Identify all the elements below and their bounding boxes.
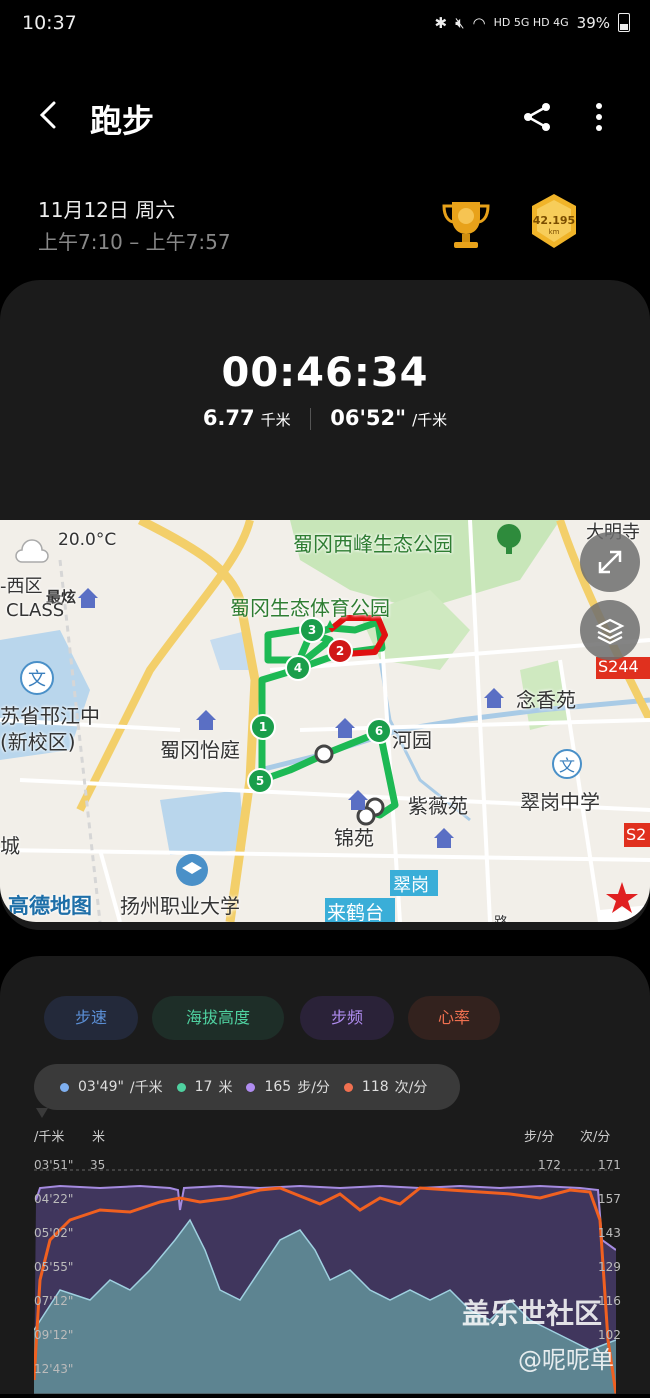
chart-tooltip: 03'49" /千米 17 米 165 步/分 118 次/分: [34, 1064, 460, 1110]
svg-text:6: 6: [375, 724, 383, 738]
pace-value: 06'52": [330, 406, 407, 430]
map-expand-button[interactable]: [580, 532, 640, 592]
battery-icon: [618, 13, 630, 32]
pace-dot: [60, 1082, 69, 1092]
tooltip-cadence: 165: [264, 1079, 292, 1095]
map-label-jin: 锦苑: [334, 826, 374, 850]
svg-text:文: 文: [559, 756, 575, 775]
tooltip-pointer: [36, 1108, 48, 1118]
pace-tick-4: 07'12": [34, 1294, 74, 1308]
page-title: 跑步: [90, 102, 155, 140]
total-duration: 00:46:34: [221, 350, 429, 396]
map-label-cheng: 城: [0, 834, 20, 858]
map-label-park-west: 蜀冈西峰生态公园: [293, 532, 453, 556]
distance-unit: 千米: [260, 411, 291, 429]
tooltip-cadence-unit: 步/分: [297, 1080, 330, 1096]
battery-text: 39%: [576, 13, 610, 32]
map-label-yiting: 蜀冈怡庭: [160, 738, 240, 762]
svg-text:4: 4: [294, 661, 302, 675]
tooltip-pace: 03'49": [78, 1079, 124, 1095]
tooltip-elevation-unit: 米: [218, 1080, 233, 1096]
svg-text:3: 3: [308, 623, 316, 637]
medal-unit: km: [548, 228, 560, 236]
svg-text:1: 1: [259, 720, 267, 734]
map-label-nianxiang: 念香苑: [516, 688, 576, 712]
tooltip-pace-unit: /千米: [129, 1080, 163, 1096]
status-icons: ✱ 🔇︎ ◠ HD 5G HD 4G 39%: [434, 13, 630, 32]
bluetooth-icon: ✱: [434, 13, 448, 32]
map-label-college: 扬州职业大学: [120, 894, 240, 918]
tooltip-heart-rate: 118: [361, 1079, 389, 1095]
pace-tick-6: 12'43": [34, 1362, 74, 1376]
trophy-icon[interactable]: [438, 196, 494, 252]
map-label-s2: S2: [626, 825, 647, 844]
marathon-medal-icon[interactable]: 42.195 km: [528, 192, 580, 252]
tab-elevation[interactable]: 海拔高度: [152, 996, 284, 1040]
map-provider-logo: 高德地图: [8, 894, 92, 918]
route-map[interactable]: 1 2 3 4 5 6 文 文 20.0°C 蜀冈西峰生态公园 蜀冈生态体育公园…: [0, 520, 650, 922]
expand-icon: [598, 550, 622, 574]
hr-tick-3: 129: [598, 1260, 621, 1274]
watermark-community: 盖乐世社区: [462, 1297, 603, 1330]
svg-text:2: 2: [336, 644, 344, 658]
summary-stats: 6.77 千米 06'52" /千米: [0, 406, 650, 430]
status-bar: 10:37 ✱ 🔇︎ ◠ HD 5G HD 4G 39%: [0, 0, 650, 48]
pace-tick-5: 09'12": [34, 1328, 74, 1342]
pace-tick-0: 03'51": [34, 1158, 74, 1172]
medal-distance: 42.195: [532, 214, 576, 227]
cadence-dot: [246, 1082, 256, 1092]
map-label-hehe: 河园: [392, 728, 432, 752]
network-label: HD 5G HD 4G: [493, 16, 569, 29]
map-label-cuigang: 翠岗: [393, 875, 429, 896]
mute-icon: 🔇︎: [455, 13, 465, 32]
svg-text:文: 文: [28, 669, 46, 690]
map-label-ziwei: 紫薇苑: [408, 794, 468, 818]
stats-divider: [309, 408, 311, 430]
elevation-tick-top: 35: [90, 1158, 106, 1172]
map-label-school1: 苏省邗江中: [0, 704, 100, 728]
session-date: 11月12日 周六: [38, 198, 176, 222]
back-arrow-icon[interactable]: [34, 100, 64, 130]
heart-rate-dot: [343, 1082, 353, 1092]
tab-pace[interactable]: 步速: [44, 996, 138, 1040]
tab-heart-rate[interactable]: 心率: [408, 996, 500, 1040]
tab-cadence[interactable]: 步频: [300, 996, 394, 1040]
hr-tick-1: 157: [598, 1192, 621, 1206]
map-label-school1b: (新校区): [0, 730, 76, 754]
status-time: 10:37: [22, 12, 77, 34]
cadence-tick-top: 172: [538, 1158, 561, 1172]
map-temperature: 20.0°C: [58, 530, 117, 550]
hr-tick-2: 143: [598, 1226, 621, 1240]
share-icon[interactable]: [520, 100, 554, 134]
tooltip-heart-rate-unit: 次/分: [394, 1080, 428, 1096]
map-label-cuigang-school: 翠岗中学: [520, 790, 600, 814]
svg-text:5: 5: [256, 774, 264, 788]
hr-tick-0: 171: [598, 1158, 621, 1172]
pace-tick-1: 04'22": [34, 1192, 74, 1206]
pace-unit: /千米: [412, 411, 448, 429]
map-layers-button[interactable]: [580, 600, 640, 660]
map-label-laihe: 来鹤台: [327, 902, 385, 922]
watermark-user: @呢呢单: [518, 1346, 614, 1374]
map-label-class: CLASS: [6, 600, 65, 621]
map-label-district: -西区: [0, 576, 43, 597]
distance-value: 6.77: [202, 406, 255, 430]
pace-tick-3: 05'55": [34, 1260, 74, 1274]
app-header: 跑步: [0, 80, 650, 150]
layers-icon: [595, 618, 625, 645]
pace-tick-2: 05'02": [34, 1226, 74, 1240]
wifi-icon: ◠: [472, 13, 486, 32]
elevation-dot: [176, 1082, 186, 1092]
session-time-range: 上午7:10 – 上午7:57: [38, 230, 231, 254]
map-label-road: 路: [494, 912, 508, 922]
tooltip-elevation: 17: [194, 1079, 213, 1095]
more-options-icon[interactable]: [585, 100, 613, 134]
map-label-park-sport: 蜀冈生态体育公园: [230, 596, 390, 620]
